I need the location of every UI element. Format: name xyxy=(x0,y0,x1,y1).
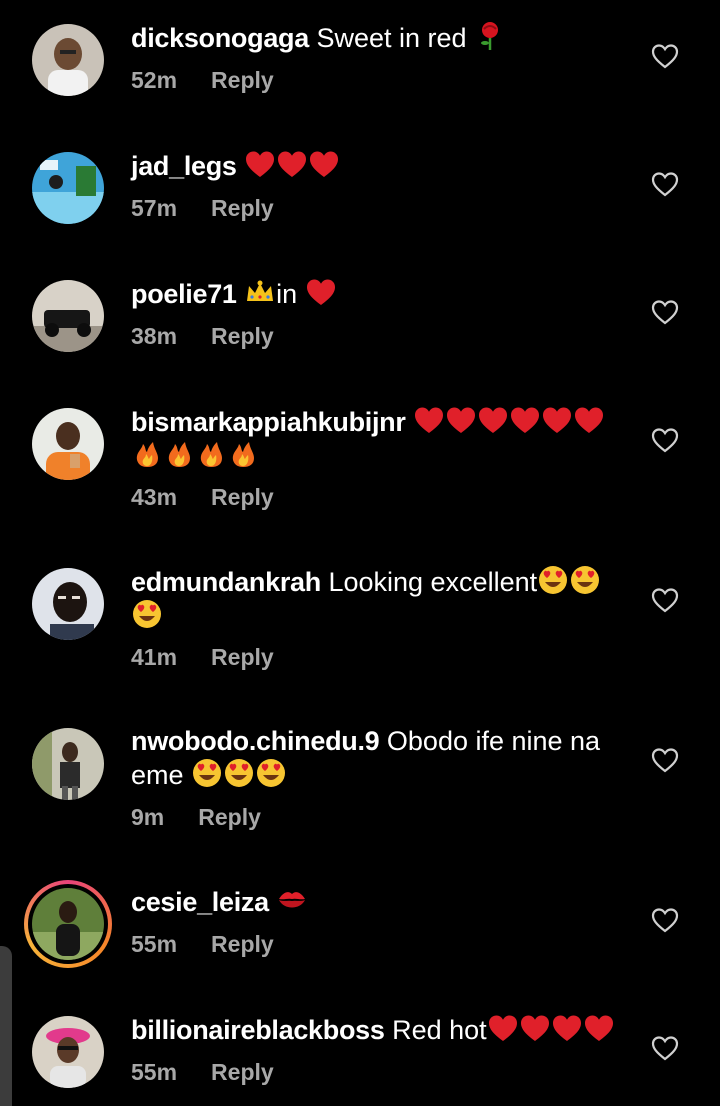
reply-button[interactable]: Reply xyxy=(211,931,274,958)
comment-username[interactable]: jad_legs xyxy=(131,151,237,181)
red-heart-icon xyxy=(244,149,276,179)
avatar[interactable] xyxy=(32,1016,104,1088)
comment-text: jad_legs xyxy=(131,149,621,183)
red-heart-icon xyxy=(583,1013,615,1043)
comment-meta: 57m Reply xyxy=(131,195,274,222)
comment-meta: 9m Reply xyxy=(131,804,261,831)
comment-text: cesie_leiza xyxy=(131,885,621,919)
comment-body: Obodo ife nine na xyxy=(386,726,601,756)
comment-time: 38m xyxy=(131,323,178,349)
heart-eyes-icon xyxy=(537,565,569,595)
heart-eyes-icon xyxy=(223,758,255,788)
fire-icon xyxy=(163,439,195,469)
rose-icon xyxy=(474,21,506,51)
kiss-mark-icon xyxy=(276,885,308,915)
red-heart-icon xyxy=(541,405,573,435)
comment-body: Sweet in red xyxy=(316,23,467,53)
fire-icon xyxy=(227,439,259,469)
red-heart-icon xyxy=(519,1013,551,1043)
reply-button[interactable]: Reply xyxy=(211,195,274,222)
edge-panel-handle[interactable] xyxy=(0,946,12,1106)
crown-icon xyxy=(244,277,276,307)
red-heart-icon xyxy=(445,405,477,435)
comment-text: edmundankrah Looking excellent xyxy=(131,565,621,633)
comment-username[interactable]: cesie_leiza xyxy=(131,887,269,917)
comment-time: 43m xyxy=(131,484,178,510)
comment-username[interactable]: nwobodo.chinedu.9 xyxy=(131,726,380,756)
avatar-story-ring[interactable] xyxy=(24,880,112,968)
red-heart-icon xyxy=(551,1013,583,1043)
comment-time: 55m xyxy=(131,931,178,957)
red-heart-icon xyxy=(276,149,308,179)
comment-text: dicksonogaga Sweet in red xyxy=(131,21,621,55)
heart-eyes-icon xyxy=(569,565,601,595)
reply-button[interactable]: Reply xyxy=(211,67,274,94)
like-heart-icon[interactable] xyxy=(650,41,680,71)
comment-text: nwobodo.chinedu.9 Obodo ife nine na eme xyxy=(131,725,621,792)
like-heart-icon[interactable] xyxy=(650,297,680,327)
avatar[interactable] xyxy=(32,152,104,224)
avatar[interactable] xyxy=(32,408,104,480)
avatar[interactable] xyxy=(32,280,104,352)
heart-eyes-icon xyxy=(255,758,287,788)
red-heart-icon xyxy=(487,1013,519,1043)
comment-meta: 41m Reply xyxy=(131,644,274,671)
comment-body: Looking excellent xyxy=(328,567,538,597)
red-heart-icon xyxy=(477,405,509,435)
comment-meta: 55m Reply xyxy=(131,931,274,958)
like-heart-icon[interactable] xyxy=(650,1033,680,1063)
comment-meta: 52m Reply xyxy=(131,67,274,94)
comment-body-line2: eme xyxy=(131,760,184,790)
reply-button[interactable]: Reply xyxy=(211,484,274,511)
like-heart-icon[interactable] xyxy=(650,425,680,455)
comment-text: billionaireblackboss Red hot xyxy=(131,1013,621,1047)
comment-meta: 55m Reply xyxy=(131,1059,274,1086)
comment-text: bismarkappiahkubijnr xyxy=(131,405,621,473)
red-heart-icon xyxy=(509,405,541,435)
comment-body: Red hot xyxy=(392,1015,487,1045)
reply-button[interactable]: Reply xyxy=(211,644,274,671)
like-heart-icon[interactable] xyxy=(650,169,680,199)
like-heart-icon[interactable] xyxy=(650,745,680,775)
red-heart-icon xyxy=(308,149,340,179)
comment-username[interactable]: edmundankrah xyxy=(131,567,321,597)
red-heart-icon xyxy=(305,277,337,307)
avatar[interactable] xyxy=(32,568,104,640)
comment-text: poelie71 in xyxy=(131,277,621,311)
heart-eyes-icon xyxy=(191,758,223,788)
like-heart-icon[interactable] xyxy=(650,585,680,615)
avatar[interactable] xyxy=(32,24,104,96)
fire-icon xyxy=(195,439,227,469)
avatar[interactable] xyxy=(32,728,104,800)
comment-username[interactable]: bismarkappiahkubijnr xyxy=(131,407,406,437)
comment-meta: 43m Reply xyxy=(131,484,274,511)
like-heart-icon[interactable] xyxy=(650,905,680,935)
comment-time: 55m xyxy=(131,1059,178,1085)
comment-time: 57m xyxy=(131,195,178,221)
avatar xyxy=(32,888,104,960)
comment-username[interactable]: dicksonogaga xyxy=(131,23,309,53)
reply-button[interactable]: Reply xyxy=(211,323,274,350)
comment-meta: 38m Reply xyxy=(131,323,274,350)
comment-time: 41m xyxy=(131,644,178,670)
reply-button[interactable]: Reply xyxy=(198,804,261,831)
comment-username[interactable]: billionaireblackboss xyxy=(131,1015,385,1045)
heart-eyes-icon xyxy=(131,599,163,629)
comment-body: in xyxy=(276,279,298,309)
comment-time: 9m xyxy=(131,804,165,830)
fire-icon xyxy=(131,439,163,469)
red-heart-icon xyxy=(573,405,605,435)
comment-username[interactable]: poelie71 xyxy=(131,279,237,309)
reply-button[interactable]: Reply xyxy=(211,1059,274,1086)
comment-time: 52m xyxy=(131,67,178,93)
red-heart-icon xyxy=(413,405,445,435)
